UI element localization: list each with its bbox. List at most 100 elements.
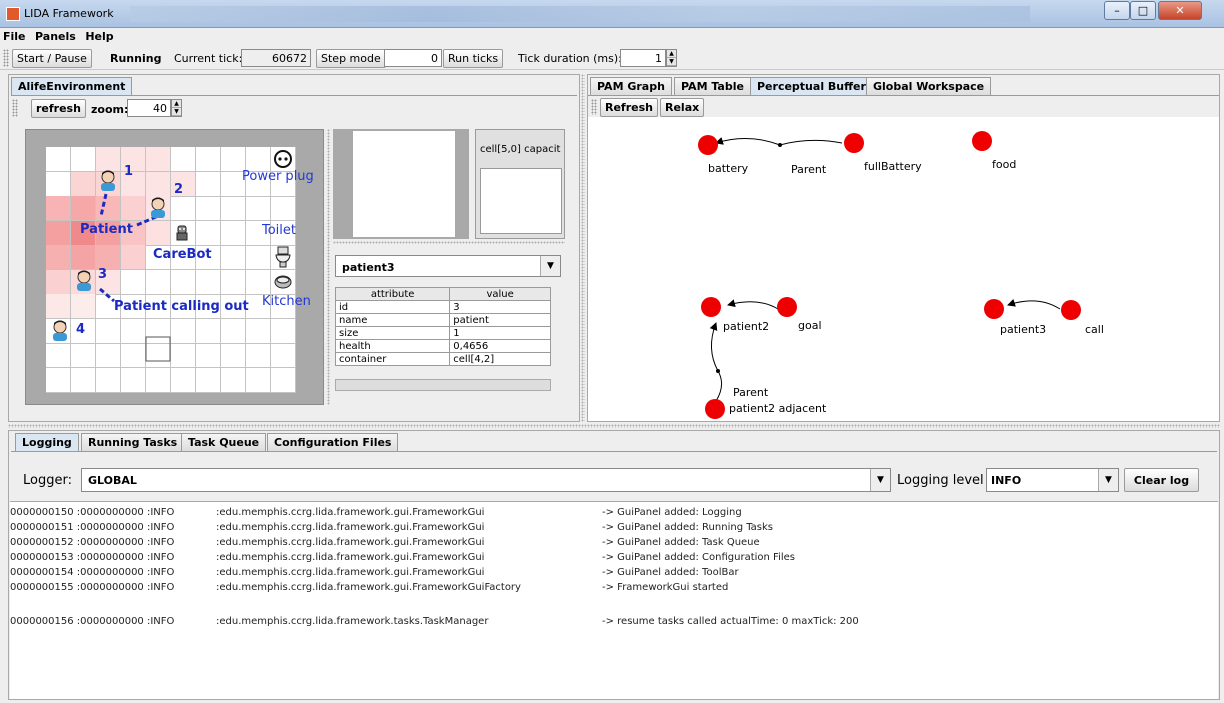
run-ticks-button[interactable]: Run ticks xyxy=(443,49,504,68)
log-id: 0000000156 :0000000000 :INFO xyxy=(10,616,175,627)
zoom-spinner[interactable]: ▲ ▼ xyxy=(171,99,182,117)
kitchen-label: Kitchen xyxy=(262,294,311,309)
log-msg: -> FrameworkGui started xyxy=(602,582,729,593)
value-cell: patient xyxy=(449,313,551,327)
column-attribute[interactable]: attribute xyxy=(334,287,451,301)
tab-pam-graph[interactable]: PAM Graph xyxy=(590,77,672,95)
table-row[interactable]: id 3 xyxy=(334,300,551,314)
node-patient3[interactable] xyxy=(984,299,1004,319)
chevron-down-icon[interactable]: ▼ xyxy=(870,469,890,491)
log-src: :edu.memphis.ccrg.lida.framework.tasks.T… xyxy=(216,616,489,627)
patient-2-icon[interactable] xyxy=(148,197,168,219)
minimize-button[interactable]: – xyxy=(1104,1,1130,20)
tab-global-workspace[interactable]: Global Workspace xyxy=(866,77,992,95)
tick-duration-field[interactable]: 1 xyxy=(620,49,666,67)
log-msg: -> GuiPanel added: Logging xyxy=(602,507,742,518)
logger-label: Logger: xyxy=(23,473,72,488)
value-cell: cell[4,2] xyxy=(449,352,551,366)
zoom-field[interactable]: 40 xyxy=(127,99,171,117)
horizontal-splitter[interactable] xyxy=(333,241,565,244)
step-mode-button[interactable]: Step mode xyxy=(316,49,386,68)
log-area[interactable]: 0000000150 :0000000000 :INFO :edu.memphis… xyxy=(10,501,1218,699)
node-call[interactable] xyxy=(1061,300,1081,320)
node-battery[interactable] xyxy=(698,135,718,155)
kitchen-icon[interactable] xyxy=(274,272,292,290)
table-row[interactable]: health 0,4656 xyxy=(334,339,551,353)
node-goal[interactable] xyxy=(777,297,797,317)
table-scrollbar[interactable] xyxy=(335,379,551,391)
log-src: :edu.memphis.ccrg.lida.framework.gui.Fra… xyxy=(216,567,485,578)
carebot-robot-icon[interactable] xyxy=(175,224,189,242)
node-food[interactable] xyxy=(972,131,992,151)
log-id: 0000000150 :0000000000 :INFO xyxy=(10,507,175,518)
tab-alife-environment[interactable]: AlifeEnvironment xyxy=(11,77,133,95)
close-button[interactable]: ✕ xyxy=(1158,1,1202,20)
node-patient2[interactable] xyxy=(701,297,721,317)
log-src: :edu.memphis.ccrg.lida.framework.gui.Fra… xyxy=(216,552,485,563)
table-row[interactable]: size 1 xyxy=(334,326,551,340)
carebot-label: CareBot xyxy=(153,247,212,262)
log-msg: -> GuiPanel added: Task Queue xyxy=(602,537,760,548)
value-cell: 3 xyxy=(449,300,551,314)
toilet-icon[interactable] xyxy=(274,246,292,268)
title-bar: LIDA Framework – □ ✕ xyxy=(0,0,1224,28)
attribute-cell: name xyxy=(334,313,451,327)
table-row[interactable]: container cell[4,2] xyxy=(334,352,551,366)
logger-select[interactable]: GLOBAL ▼ xyxy=(81,468,891,492)
edge-adjacent-parent xyxy=(715,370,722,402)
patient-2-number: 2 xyxy=(174,182,184,197)
vertical-splitter[interactable] xyxy=(327,129,330,405)
bottom-splitter[interactable] xyxy=(8,424,1220,428)
cell-contents-list[interactable] xyxy=(480,168,562,234)
patient-3-icon[interactable] xyxy=(74,270,94,292)
column-value[interactable]: value xyxy=(449,287,551,301)
menu-panels[interactable]: Panels xyxy=(32,28,79,45)
tab-perceptual-buffer[interactable]: Perceptual Buffer xyxy=(750,77,873,95)
log-src: :edu.memphis.ccrg.lida.framework.gui.Fra… xyxy=(216,507,485,518)
node-fullbattery[interactable] xyxy=(844,133,864,153)
run-ticks-field[interactable]: 0 xyxy=(384,49,442,67)
tab-task-queue[interactable]: Task Queue xyxy=(181,433,267,451)
tab-pam-table[interactable]: PAM Table xyxy=(674,77,751,95)
patient-4-icon[interactable] xyxy=(50,320,70,342)
menu-file[interactable]: File xyxy=(0,28,29,45)
label-patient2: patient2 xyxy=(723,320,770,333)
logging-level-select[interactable]: INFO ▼ xyxy=(986,468,1119,492)
node-patient2-adjacent[interactable] xyxy=(705,399,725,419)
patient-1-number: 1 xyxy=(124,164,134,179)
graph-refresh-button[interactable]: Refresh xyxy=(600,98,658,117)
env-refresh-button[interactable]: refresh xyxy=(31,99,86,118)
power-plug-icon[interactable] xyxy=(274,150,292,168)
clear-log-button[interactable]: Clear log xyxy=(1124,468,1199,492)
chevron-down-icon[interactable]: ▼ xyxy=(540,256,560,276)
taskbar-blur xyxy=(130,6,1030,22)
maximize-button[interactable]: □ xyxy=(1130,1,1156,20)
tab-configuration-files[interactable]: Configuration Files xyxy=(267,433,399,451)
tab-logging[interactable]: Logging xyxy=(15,433,79,451)
label-fullbattery: fullBattery xyxy=(864,160,922,173)
window-title: LIDA Framework xyxy=(24,7,114,20)
logger-value: GLOBAL xyxy=(88,474,137,487)
env-toolbar-grip[interactable] xyxy=(12,99,18,117)
environment-view[interactable]: 1 2 3 4 Patient CareBot Patient calling … xyxy=(25,129,324,405)
edge-parent-patient2 xyxy=(709,322,719,372)
object-select[interactable]: patient3 ▼ xyxy=(335,255,561,277)
graph-relax-button[interactable]: Relax xyxy=(660,98,705,117)
main-splitter[interactable] xyxy=(581,74,585,422)
tick-duration-spinner[interactable]: ▲ ▼ xyxy=(666,49,677,67)
table-row[interactable]: name patient xyxy=(334,313,551,327)
tab-running-tasks[interactable]: Running Tasks xyxy=(81,433,185,451)
start-pause-button[interactable]: Start / Pause xyxy=(12,49,92,68)
patient-calling-out-label: Patient calling out xyxy=(114,299,249,314)
zoom-label: zoom: xyxy=(91,103,129,116)
label-parent-1: Parent xyxy=(791,163,827,176)
log-src: :edu.memphis.ccrg.lida.framework.gui.Fra… xyxy=(216,582,521,593)
log-msg: -> GuiPanel added: Running Tasks xyxy=(602,522,774,533)
patient-4-number: 4 xyxy=(76,322,86,337)
graph-toolbar-grip[interactable] xyxy=(591,99,597,115)
toolbar-grip[interactable] xyxy=(3,49,9,67)
patient-1-icon[interactable] xyxy=(98,170,118,192)
chevron-down-icon[interactable]: ▼ xyxy=(1098,469,1118,491)
menu-help[interactable]: Help xyxy=(82,28,116,45)
edge-parent-battery xyxy=(715,137,781,146)
